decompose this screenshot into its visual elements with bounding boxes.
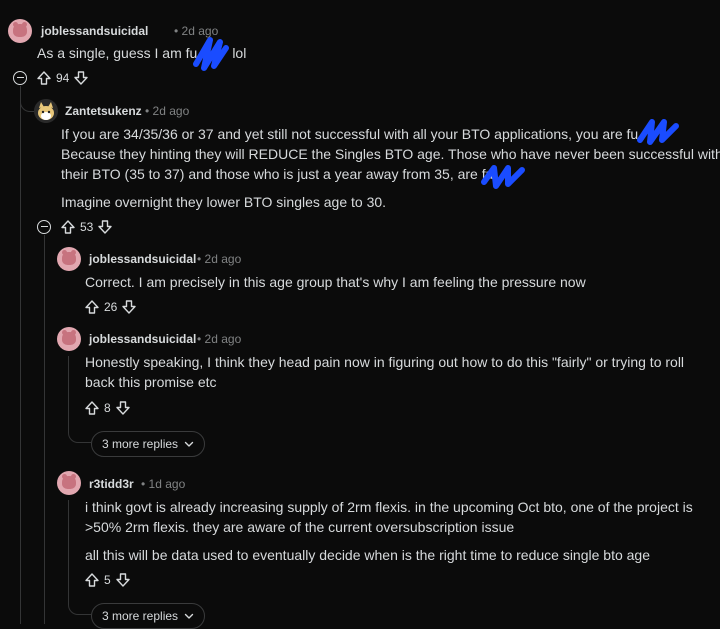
- avatar[interactable]: [8, 19, 32, 43]
- vote-bar: 94: [37, 70, 89, 86]
- comment-body-line: their BTO (35 to 37) and those who is ju…: [61, 166, 494, 182]
- arrow-up-icon[interactable]: [61, 220, 75, 234]
- comment-body: Correct. I am precisely in this age grou…: [85, 274, 586, 290]
- thread-curve-more-2: [68, 592, 91, 615]
- thread-curve-more-1: [68, 420, 91, 443]
- arrow-up-icon[interactable]: [37, 71, 51, 85]
- comment-body-line: >50% 2rm flexis. they are aware of the c…: [85, 519, 515, 535]
- vote-bar: 8: [85, 400, 130, 416]
- avatar[interactable]: [57, 471, 81, 495]
- chevron-down-icon: [184, 441, 194, 447]
- vote-bar: 53: [61, 219, 113, 235]
- arrow-down-icon[interactable]: [98, 220, 113, 234]
- comment-timestamp: • 2d ago: [145, 104, 190, 118]
- avatar[interactable]: [34, 99, 58, 123]
- comment-body-line: back this promise etc: [85, 374, 217, 390]
- vote-count: 94: [56, 71, 70, 85]
- thread-line-reply-4[interactable]: [68, 356, 69, 426]
- vote-count: 5: [104, 573, 111, 587]
- comment-body-line: If you are 34/35/36 or 37 and yet still …: [61, 126, 639, 142]
- more-replies-label: 3 more replies: [102, 437, 179, 451]
- comment-body-line: i think govt is already increasing suppl…: [85, 499, 693, 515]
- more-replies-button[interactable]: 3 more replies: [91, 431, 206, 457]
- collapse-icon[interactable]: [13, 71, 27, 85]
- redaction-scribble: [637, 119, 679, 145]
- thread-line-reply-5[interactable]: [68, 500, 69, 596]
- arrow-up-icon[interactable]: [85, 300, 99, 314]
- comment-author[interactable]: joblessandsuicidal: [89, 332, 196, 346]
- avatar[interactable]: [57, 247, 81, 271]
- redaction-scribble: [193, 37, 229, 71]
- comment-timestamp: • 1d ago: [141, 477, 186, 491]
- comment-author[interactable]: joblessandsuicidal: [41, 24, 148, 38]
- chevron-down-icon: [184, 613, 194, 619]
- arrow-down-icon[interactable]: [122, 300, 137, 314]
- more-replies-label: 3 more replies: [102, 609, 179, 623]
- comment-body-line: Honestly speaking, I think they head pai…: [85, 354, 685, 370]
- arrow-up-icon[interactable]: [85, 573, 99, 587]
- arrow-down-icon[interactable]: [74, 71, 89, 85]
- arrow-down-icon[interactable]: [115, 573, 130, 587]
- avatar[interactable]: [57, 327, 81, 351]
- vote-count: 8: [104, 401, 111, 415]
- cat-avatar-icon: [34, 99, 58, 123]
- vote-bar: 26: [85, 299, 137, 315]
- comment-timestamp: • 2d ago: [197, 332, 242, 346]
- arrow-down-icon[interactable]: [115, 401, 130, 415]
- collapse-icon[interactable]: [37, 220, 51, 234]
- comment-body-line: all this will be data used to eventually…: [85, 547, 651, 563]
- vote-count: 26: [104, 300, 118, 314]
- arrow-up-icon[interactable]: [85, 401, 99, 415]
- comment-body-line: Because they hinting they will REDUCE th…: [61, 146, 720, 162]
- comment-author[interactable]: r3tidd3r: [89, 477, 134, 491]
- more-replies-button[interactable]: 3 more replies: [91, 603, 206, 629]
- thread-line-root[interactable]: [20, 86, 21, 624]
- redaction-scribble: [481, 165, 525, 189]
- vote-count: 53: [80, 220, 94, 234]
- comment-timestamp: • 2d ago: [197, 252, 242, 266]
- vote-bar: 5: [85, 572, 130, 588]
- thread-line-zantetsukenz[interactable]: [44, 235, 45, 624]
- comment-author[interactable]: Zantetsukenz: [65, 104, 142, 118]
- comment-author[interactable]: joblessandsuicidal: [89, 252, 196, 266]
- comment-body-line: Imagine overnight they lower BTO singles…: [61, 194, 387, 210]
